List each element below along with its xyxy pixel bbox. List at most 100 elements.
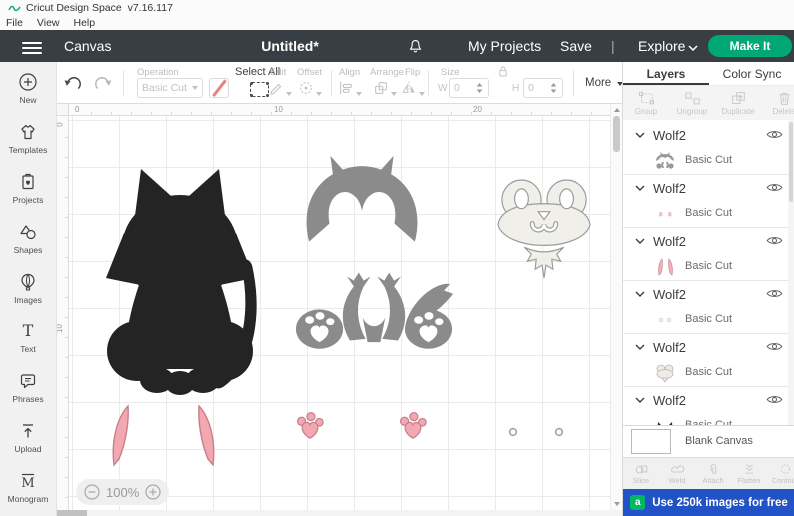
canvas-shape-black-fox-body[interactable] [95,145,265,395]
canvas-shape-cream-face[interactable] [495,178,593,282]
sidebar-item-upload[interactable]: Upload [0,421,56,454]
notifications-bell-icon[interactable] [407,38,424,55]
redo-icon[interactable] [93,75,113,93]
layer-group-header[interactable]: Wolf2 [623,334,794,360]
canvas-shape-gray-head-mask[interactable] [298,153,426,253]
flatten-button[interactable]: Flatten [731,458,767,489]
panel-scrollbar[interactable] [788,120,794,425]
horizontal-scroll-thumb[interactable] [57,510,87,516]
explore-menu[interactable]: Explore [638,38,685,54]
ungroup-button[interactable]: Ungroup [669,86,715,120]
delete-button[interactable]: Delete [761,86,794,120]
design-canvas[interactable]: 0 10 20 0 10 [57,104,622,516]
chevron-down-icon[interactable] [635,344,645,350]
layer-group-header[interactable]: Wolf2 [623,122,794,148]
chevron-down-icon[interactable] [635,185,645,191]
sidebar-item-new[interactable]: New [0,72,56,105]
chevron-down-icon[interactable] [635,397,645,403]
layer-row[interactable]: Basic Cut [623,360,794,387]
layer-row[interactable]: Basic Cut [623,254,794,281]
lock-icon[interactable] [497,65,509,78]
width-stepper[interactable] [476,82,483,94]
height-input[interactable] [523,78,563,98]
layer-thumbnail [658,258,673,276]
horizontal-scrollbar[interactable] [57,510,622,516]
canvas-shape-pink-paw-left[interactable] [295,410,325,442]
select-all-icon[interactable] [250,82,269,97]
images-promo-banner[interactable]: a Use 250k images for free [623,489,794,516]
arrange-icon[interactable] [373,80,397,96]
sidebar-item-templates[interactable]: Templates [0,122,56,155]
scroll-down-arrow[interactable] [614,502,620,506]
save-button[interactable]: Save [560,38,592,54]
slice-button[interactable]: Slice [623,458,659,489]
sidebar-item-monogram[interactable]: M Monogram [0,471,56,504]
operation-dropdown[interactable]: Basic Cut [137,78,203,98]
color-swatch[interactable] [209,78,229,98]
my-projects-link[interactable]: My Projects [468,38,541,54]
zoom-out-button[interactable] [84,484,100,500]
panel-scroll-thumb[interactable] [789,122,793,202]
layer-group-header[interactable]: Wolf2 [623,281,794,307]
height-stepper[interactable] [550,82,557,94]
menu-file[interactable]: File [6,17,23,29]
sidebar-item-phrases[interactable]: Phrases [0,371,56,404]
canvas-shape-pink-paw-right[interactable] [398,410,428,442]
menu-help[interactable]: Help [74,17,96,29]
eye-icon[interactable] [766,235,783,246]
chevron-down-icon[interactable] [635,291,645,297]
eye-icon[interactable] [766,129,783,140]
layer-row[interactable]: Basic Cut [623,201,794,228]
layer-group-header[interactable]: Wolf2 [623,228,794,254]
contour-button[interactable]: Contour [767,458,794,489]
layer-type-label: Basic Cut [685,366,733,378]
layer-group-header[interactable]: Wolf2 [623,387,794,413]
eye-icon[interactable] [766,394,783,405]
chevron-down-icon[interactable] [635,132,645,138]
scroll-up-arrow[interactable] [614,108,620,112]
edit-toolbar: Operation Basic Cut Select All Edit Offs… [57,62,624,104]
undo-icon[interactable] [63,75,83,93]
canvas-shape-pink-ear-right[interactable] [193,404,219,468]
chevron-down-icon[interactable] [635,238,645,244]
width-input[interactable] [449,78,489,98]
sidebar-item-projects[interactable]: Projects [0,172,56,205]
eye-icon[interactable] [766,288,783,299]
upload-arrow-icon [23,424,33,438]
sidebar-item-text[interactable]: T Text [0,321,56,354]
document-title[interactable]: Untitled* [261,38,319,54]
align-icon[interactable] [338,80,362,96]
sidebar-item-images[interactable]: Images [0,272,56,305]
slice-icon [635,465,647,474]
tab-color-sync[interactable]: Color Sync [709,62,794,85]
edit-pencil-icon[interactable] [268,80,292,96]
canvas-shape-gray-body-parts[interactable] [293,270,455,352]
make-it-button[interactable]: Make It [708,35,792,57]
weld-button[interactable]: Weld [659,458,695,489]
offset-icon[interactable] [298,80,322,96]
eye-icon[interactable] [766,341,783,352]
project-card-icon [22,173,34,189]
canvas-shape-small-circle-left[interactable] [508,427,518,437]
layer-thumbnail [659,212,672,217]
canvas-shape-small-circle-right[interactable] [554,427,564,437]
layer-row[interactable]: Basic Cut [623,148,794,175]
eye-icon[interactable] [766,182,783,193]
more-button[interactable]: More [585,77,624,89]
layer-row[interactable]: Basic Cut [623,307,794,334]
hamburger-menu-icon[interactable] [22,39,42,57]
attach-button[interactable]: Attach [695,458,731,489]
duplicate-button[interactable]: Duplicate [715,86,761,120]
sidebar-item-shapes[interactable]: Shapes [0,222,56,255]
zoom-in-button[interactable] [145,484,161,500]
operation-label: Operation [137,67,179,78]
blank-canvas-row[interactable]: Blank Canvas [623,425,794,457]
tab-layers[interactable]: Layers [623,62,709,85]
flip-icon[interactable] [401,80,425,96]
canvas-shape-pink-ear-left[interactable] [108,404,134,468]
vertical-scroll-thumb[interactable] [613,116,620,152]
menu-view[interactable]: View [37,17,60,29]
layer-group-header[interactable]: Wolf2 [623,175,794,201]
group-button[interactable]: Group [623,86,669,120]
vertical-scrollbar[interactable] [610,104,622,510]
